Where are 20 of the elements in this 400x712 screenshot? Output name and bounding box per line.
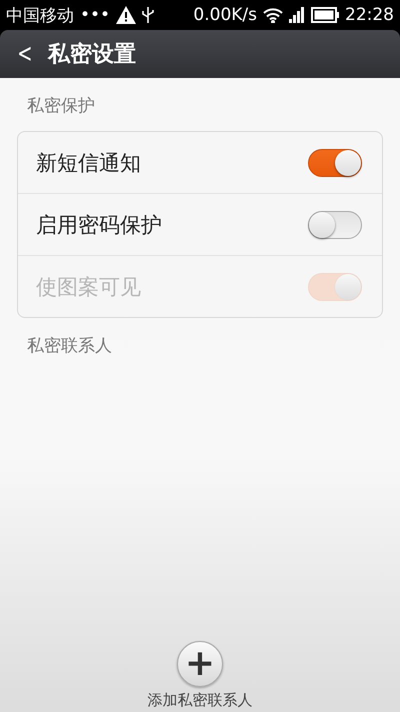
add-button[interactable]: + <box>177 641 223 687</box>
back-button[interactable]: < <box>17 41 33 67</box>
toggle-switch[interactable] <box>308 210 362 238</box>
section-title: 私密联系人 <box>26 335 113 358</box>
add-contact-label: 添加私密联系人 <box>148 691 252 710</box>
clock: 22:28 <box>345 5 394 25</box>
carrier-name: 中国移动 <box>6 4 74 26</box>
battery-icon <box>311 7 339 23</box>
network-speed: 0.00K/s <box>193 5 257 25</box>
toggle-switch[interactable] <box>308 148 362 176</box>
usb-icon <box>142 6 154 24</box>
notification-dots: ••• <box>80 5 110 25</box>
setting-label: 启用密码保护 <box>36 212 163 238</box>
setting-label: 使图案可见 <box>36 274 142 300</box>
page-title: 私密设置 <box>48 40 136 69</box>
warning-icon <box>116 6 136 24</box>
wifi-icon <box>263 7 283 23</box>
setting-label: 新短信通知 <box>36 150 142 176</box>
section-title: 私密保护 <box>26 95 96 118</box>
signal-icon <box>289 7 305 23</box>
